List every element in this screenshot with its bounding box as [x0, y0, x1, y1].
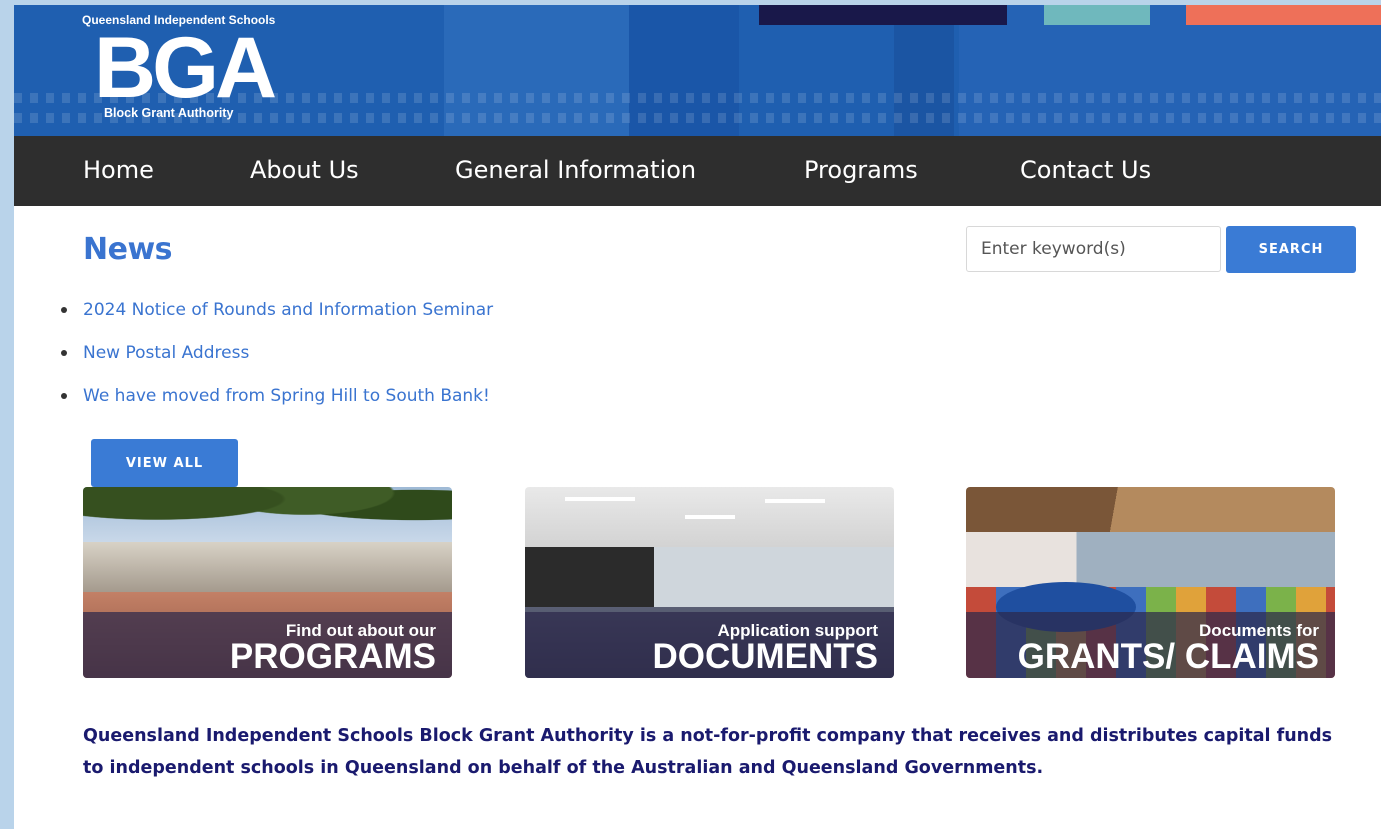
main-nav: Home About Us General Information Progra…: [14, 136, 1381, 206]
bullet-icon: [61, 307, 67, 313]
news-list-item: 2024 Notice of Rounds and Information Se…: [58, 296, 493, 339]
tile-caption-big: DOCUMENTS: [652, 637, 878, 676]
programs-tile[interactable]: Find out about our PROGRAMS: [83, 487, 452, 678]
documents-tile[interactable]: Application support DOCUMENTS: [525, 487, 894, 678]
tile-caption-big: GRANTS/ CLAIMS: [1017, 637, 1319, 676]
nav-item-contact-us[interactable]: Contact Us: [1020, 136, 1151, 206]
nav-item-programs[interactable]: Programs: [804, 136, 918, 206]
view-all-button[interactable]: VIEW ALL: [91, 439, 238, 487]
header-banner: Queensland Independent Schools BGA Block…: [14, 5, 1381, 136]
news-list-item: New Postal Address: [58, 339, 493, 382]
logo-letters: BGA: [94, 20, 277, 116]
grants-claims-tile[interactable]: Documents for GRANTS/ CLAIMS: [966, 487, 1335, 678]
page: Queensland Independent Schools BGA Block…: [14, 5, 1381, 829]
logo-subname: Block Grant Authority: [104, 106, 234, 120]
news-list-item: We have moved from Spring Hill to South …: [58, 382, 493, 425]
search-button[interactable]: SEARCH: [1226, 226, 1356, 273]
news-heading: News: [83, 232, 173, 267]
decorative-stripe-teal: [1044, 5, 1150, 25]
about-statement: Queensland Independent Schools Block Gra…: [83, 726, 1333, 778]
news-link[interactable]: We have moved from Spring Hill to South …: [83, 386, 490, 406]
search-input[interactable]: [966, 226, 1221, 272]
decorative-stripe-orange: [1186, 5, 1381, 25]
news-link[interactable]: New Postal Address: [83, 343, 249, 363]
bullet-icon: [61, 350, 67, 356]
news-list: 2024 Notice of Rounds and Information Se…: [58, 296, 493, 425]
nav-item-general-information[interactable]: General Information: [455, 136, 696, 206]
decorative-stripe-navy: [759, 5, 1007, 25]
bga-logo[interactable]: Queensland Independent Schools BGA Block…: [82, 13, 312, 125]
tile-caption-big: PROGRAMS: [229, 637, 436, 676]
nav-item-about-us[interactable]: About Us: [250, 136, 359, 206]
bullet-icon: [61, 393, 67, 399]
news-link[interactable]: 2024 Notice of Rounds and Information Se…: [83, 300, 493, 320]
nav-item-home[interactable]: Home: [83, 136, 154, 206]
